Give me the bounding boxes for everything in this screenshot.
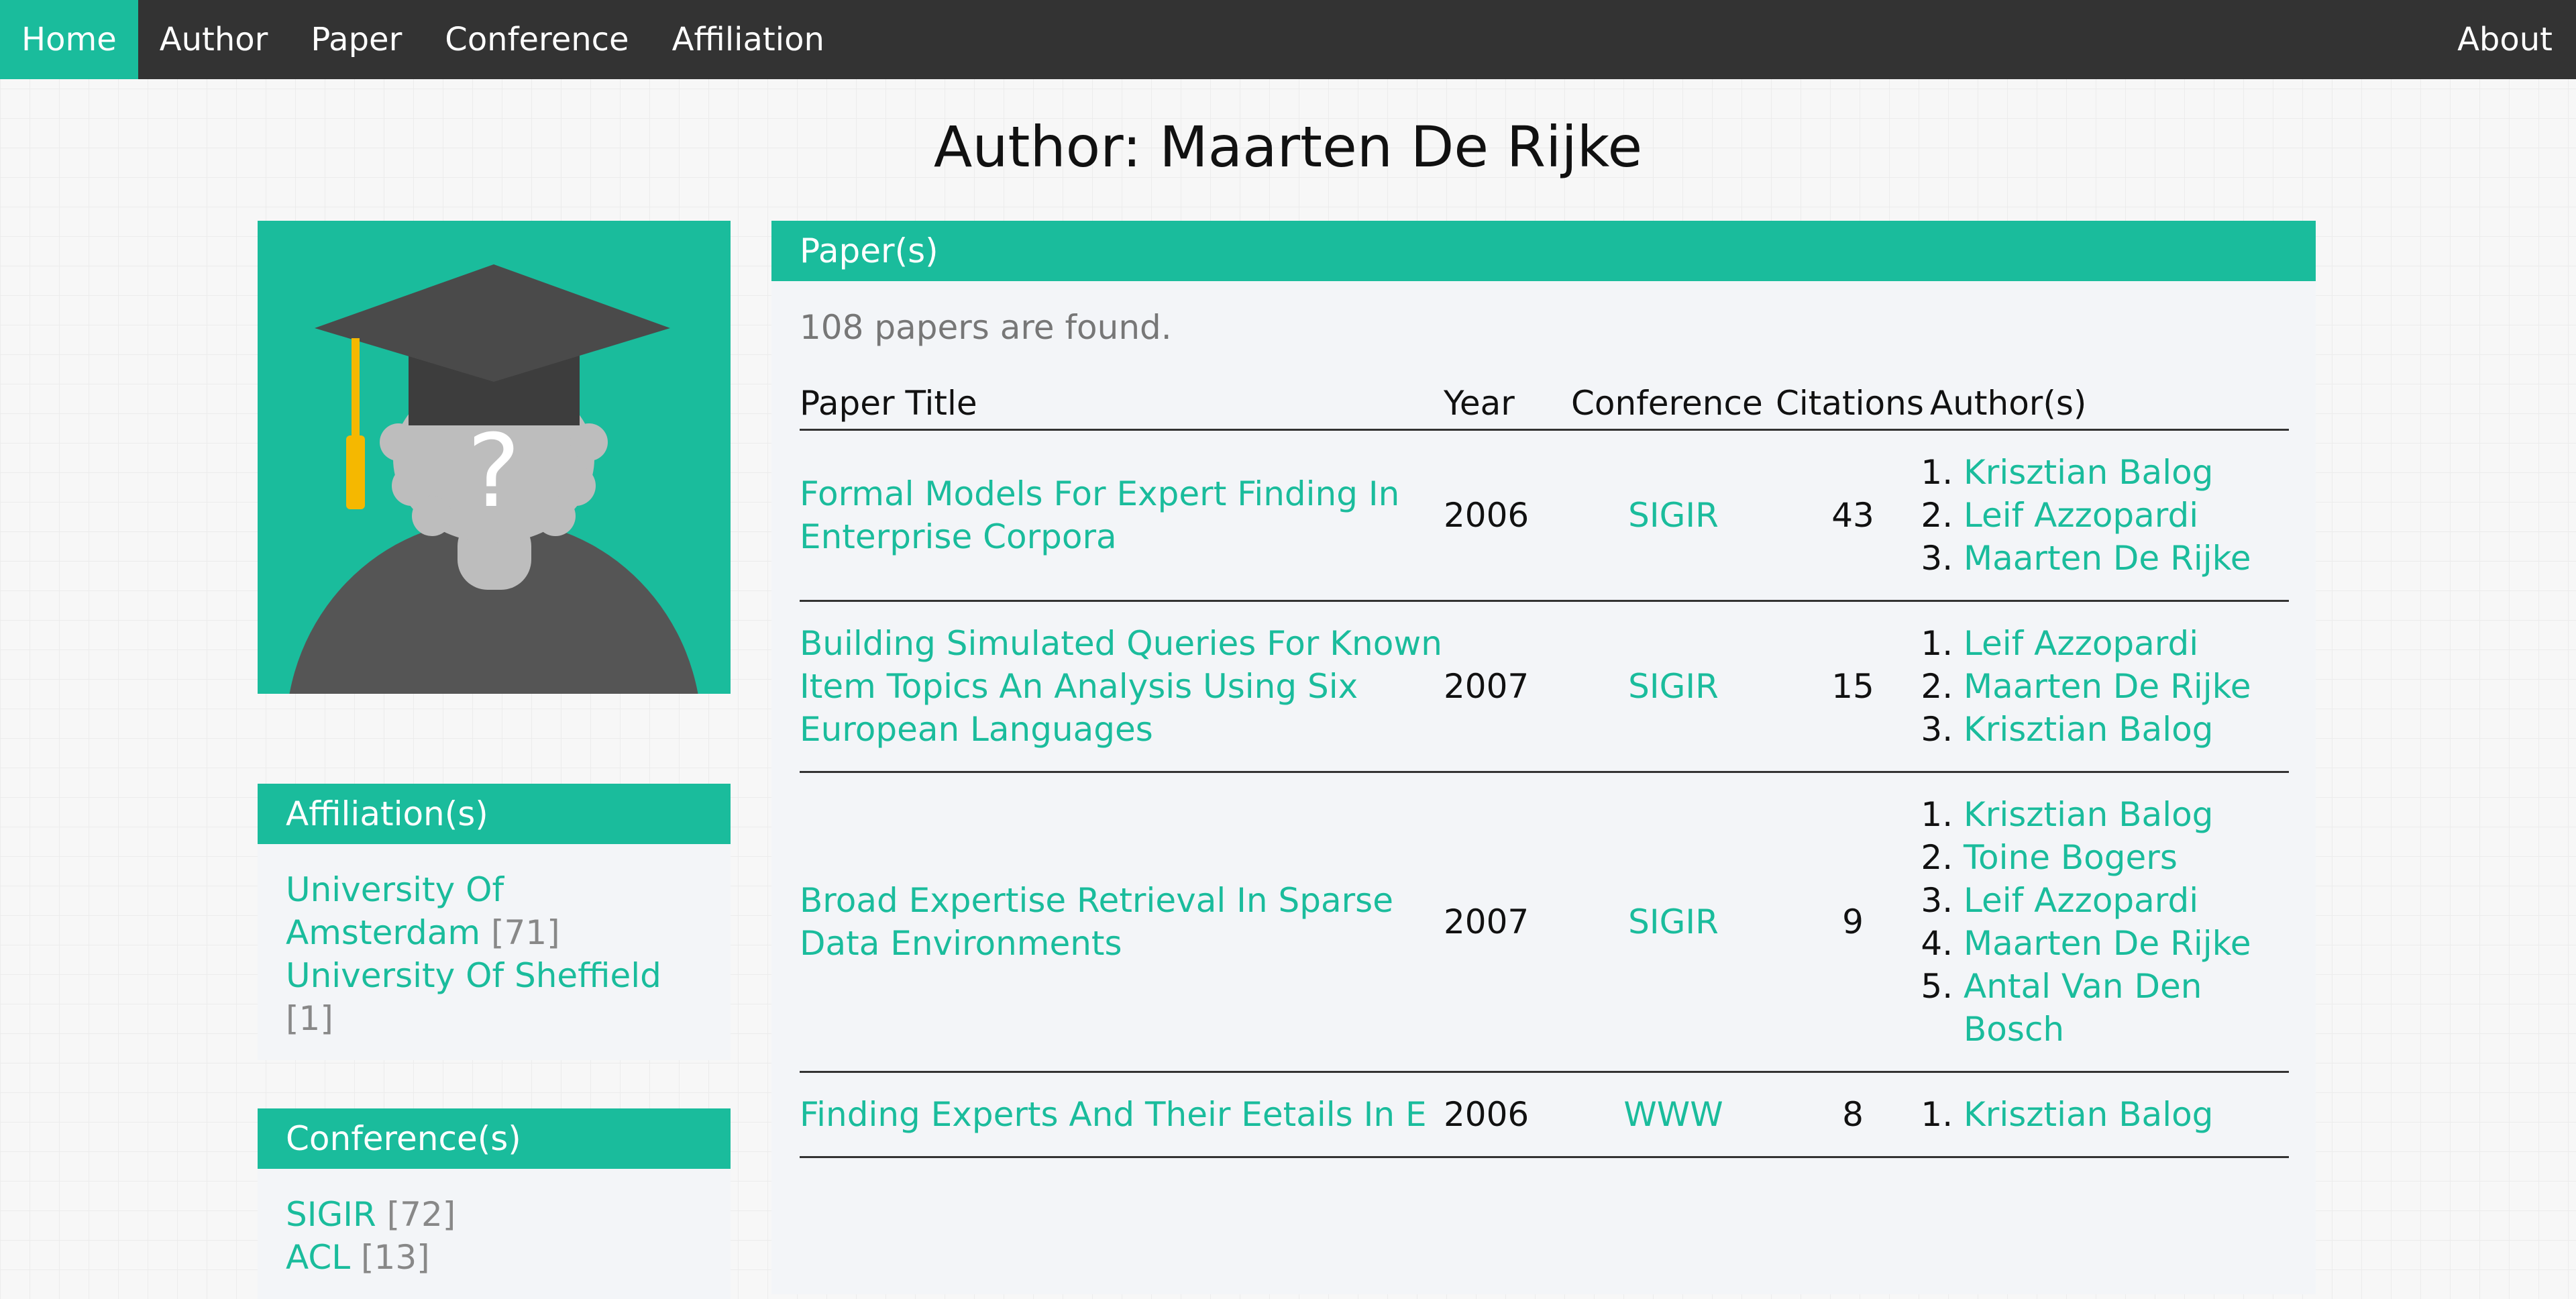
affiliation-item: University Of Amsterdam [71]	[286, 868, 702, 954]
table-row: Building Simulated Queries For Known Ite…	[800, 601, 2289, 773]
nav-conference[interactable]: Conference	[423, 0, 650, 79]
paper-title-link[interactable]: Formal Models For Expert Finding In Ente…	[800, 474, 1399, 556]
paper-conference-link[interactable]: SIGIR	[1628, 902, 1719, 941]
table-row: Finding Experts And Their Eetails In E 2…	[800, 1072, 2289, 1158]
conference-count: [13]	[361, 1238, 430, 1277]
conference-link[interactable]: SIGIR	[286, 1195, 376, 1234]
affiliations-header: Affiliation(s)	[258, 784, 731, 844]
author-list: Leif Azzopardi Maarten De Rijke Krisztia…	[1930, 622, 2289, 751]
affiliation-link[interactable]: University Of Sheffield	[286, 956, 661, 995]
papers-header: Paper(s)	[771, 221, 2316, 281]
author-link[interactable]: Leif Azzopardi	[1964, 881, 2198, 920]
question-mark: ?	[467, 413, 521, 530]
author-list: Krisztian Balog Leif Azzopardi Maarten D…	[1930, 451, 2289, 580]
col-paper-title: Paper Title	[800, 382, 1444, 431]
papers-found-text: 108 papers are found.	[800, 308, 1172, 347]
paper-year: 2007	[1444, 772, 1571, 1073]
graduate-avatar-icon: ?	[289, 264, 698, 694]
paper-citations: 8	[1776, 1072, 1930, 1158]
affiliation-count: [1]	[286, 999, 333, 1038]
table-row: Broad Expertise Retrieval In Sparse Data…	[800, 772, 2289, 1073]
col-authors: Author(s)	[1930, 382, 2289, 431]
papers-panel: Paper(s) 108 papers are found. Paper Tit…	[771, 221, 2316, 1294]
conferences-panel: Conference(s) SIGIR [72] ACL [13]	[258, 1108, 731, 1299]
paper-citations: 15	[1776, 601, 1930, 773]
affiliations-panel: Affiliation(s) University Of Amsterdam […	[258, 784, 731, 1060]
author-link[interactable]: Maarten De Rijke	[1964, 924, 2251, 963]
paper-citations: 43	[1776, 429, 1930, 602]
author-link[interactable]: Krisztian Balog	[1964, 710, 2213, 749]
col-year: Year	[1444, 382, 1571, 431]
paper-conference-link[interactable]: SIGIR	[1628, 496, 1719, 535]
author-link[interactable]: Leif Azzopardi	[1964, 624, 2198, 663]
author-link[interactable]: Krisztian Balog	[1964, 453, 2213, 492]
paper-citations: 9	[1776, 772, 1930, 1073]
conference-count: [72]	[386, 1195, 456, 1234]
conference-item: ACL [13]	[286, 1236, 702, 1279]
nav-affiliation[interactable]: Affiliation	[651, 0, 846, 79]
paper-conference-link[interactable]: SIGIR	[1628, 667, 1719, 706]
table-row: Formal Models For Expert Finding In Ente…	[800, 429, 2289, 602]
affiliation-link[interactable]: University Of Amsterdam	[286, 870, 504, 952]
author-list: Krisztian Balog	[1930, 1093, 2289, 1136]
conference-item: SIGIR [72]	[286, 1193, 702, 1236]
affiliation-count: [71]	[491, 913, 560, 952]
paper-title-link[interactable]: Building Simulated Queries For Known Ite…	[800, 624, 1442, 749]
author-link[interactable]: Maarten De Rijke	[1964, 667, 2251, 706]
col-conference: Conference	[1571, 382, 1776, 431]
paper-year: 2006	[1444, 1072, 1571, 1158]
paper-conference-link[interactable]: WWW	[1623, 1095, 1723, 1134]
author-link[interactable]: Krisztian Balog	[1964, 1095, 2213, 1134]
navbar: Home Author Paper Conference Affiliation…	[0, 0, 2576, 79]
nav-home[interactable]: Home	[0, 0, 138, 79]
author-link[interactable]: Toine Bogers	[1964, 838, 2178, 877]
conferences-header: Conference(s)	[258, 1108, 731, 1169]
papers-table: Paper Title Year Conference Citations Au…	[800, 382, 2289, 1158]
paper-title-link[interactable]: Broad Expertise Retrieval In Sparse Data…	[800, 881, 1393, 963]
nav-author[interactable]: Author	[138, 0, 290, 79]
conferences-list: SIGIR [72] ACL [13]	[258, 1169, 731, 1299]
col-citations: Citations	[1776, 382, 1930, 431]
author-link[interactable]: Antal Van Den Bosch	[1964, 967, 2202, 1049]
affiliation-item: University Of Sheffield [1]	[286, 954, 702, 1040]
author-link[interactable]: Leif Azzopardi	[1964, 496, 2198, 535]
author-link[interactable]: Krisztian Balog	[1964, 795, 2213, 834]
paper-year: 2006	[1444, 429, 1571, 602]
nav-about[interactable]: About	[2436, 0, 2576, 79]
author-list: Krisztian Balog Toine Bogers Leif Azzopa…	[1930, 793, 2289, 1051]
conference-link[interactable]: ACL	[286, 1238, 350, 1277]
paper-year: 2007	[1444, 601, 1571, 773]
paper-title-link[interactable]: Finding Experts And Their Eetails In E	[800, 1095, 1427, 1134]
author-avatar: ?	[258, 221, 731, 694]
nav-paper[interactable]: Paper	[289, 0, 423, 79]
author-link[interactable]: Maarten De Rijke	[1964, 539, 2251, 578]
affiliations-list: University Of Amsterdam [71] University …	[258, 844, 731, 1060]
page-title: Author: Maarten De Rijke	[933, 114, 1643, 180]
table-header-row: Paper Title Year Conference Citations Au…	[800, 382, 2289, 431]
